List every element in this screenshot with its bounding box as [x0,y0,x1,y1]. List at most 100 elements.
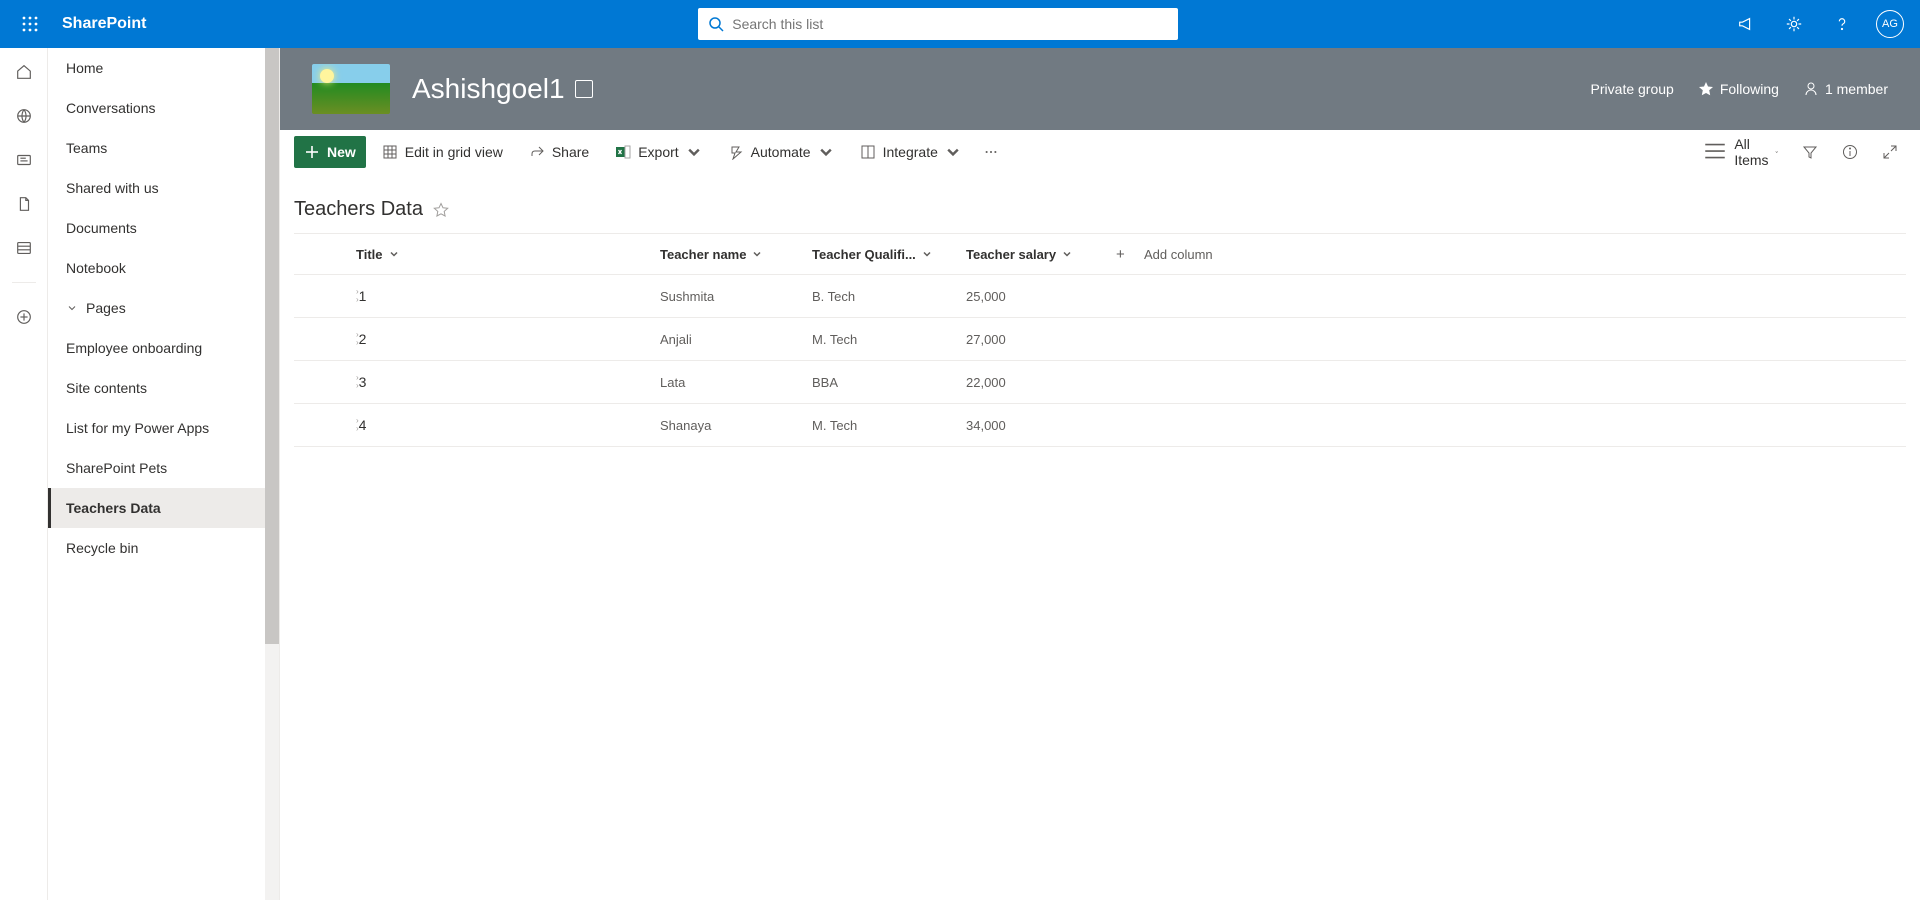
list-area: Teachers Data Title Teacher name Teacher… [280,174,1920,900]
cell-salary: 22,000 [966,375,1116,390]
nav-item[interactable]: Home [48,48,279,88]
col-teacher-name[interactable]: Teacher name [660,247,812,262]
new-button[interactable]: New [294,136,366,168]
nav-item[interactable]: Teachers Data [48,488,279,528]
plus-circle-icon [15,308,33,326]
megaphone-button[interactable] [1722,0,1770,48]
news-icon [15,151,33,169]
scrollbar-thumb[interactable] [265,48,279,644]
nav-item[interactable]: Employee onboarding [48,328,279,368]
table-row[interactable]: ››4ShanayaM. Tech34,000 [294,404,1906,447]
chevron-down-icon [66,302,78,314]
chevron-down-icon [1062,249,1072,259]
more-icon [984,145,998,159]
gear-icon [1785,15,1803,33]
follow-button[interactable]: Following [1698,81,1779,97]
table-row[interactable]: ››1SushmitaB. Tech25,000 [294,275,1906,318]
nav-item[interactable]: Notebook [48,248,279,288]
nav-item[interactable]: List for my Power Apps [48,408,279,448]
chevron-down-icon [686,144,702,160]
table-row[interactable]: ››2AnjaliM. Tech27,000 [294,318,1906,361]
app-launcher[interactable] [6,0,54,48]
data-table: Title Teacher name Teacher Qualifi... Te… [294,233,1906,447]
edit-grid-button[interactable]: Edit in grid view [372,136,513,168]
user-avatar[interactable]: AG [1876,10,1904,38]
nav-item[interactable]: Documents [48,208,279,248]
expand-button[interactable] [1874,136,1906,168]
plus-icon [304,144,320,160]
add-column[interactable]: + Add column [1116,246,1906,263]
automate-icon [728,144,744,160]
cell-title: ››3 [344,374,660,390]
cell-qual: M. Tech [812,418,966,433]
nav-item[interactable]: Site contents [48,368,279,408]
more-actions[interactable] [977,145,1005,159]
table-header: Title Teacher name Teacher Qualifi... Te… [294,233,1906,275]
col-teacher-salary[interactable]: Teacher salary [966,247,1116,262]
nav-item[interactable]: Shared with us [48,168,279,208]
cell-qual: BBA [812,375,966,390]
cell-name: Anjali [660,332,812,347]
nav-item[interactable]: SharePoint Pets [48,448,279,488]
grid-icon [382,144,398,160]
info-button[interactable] [1834,136,1866,168]
filter-button[interactable] [1794,136,1826,168]
search-input[interactable] [732,16,1168,32]
members-button[interactable]: 1 member [1803,81,1888,97]
site-title[interactable]: Ashishgoel1 [412,73,593,105]
nav-pages-heading[interactable]: Pages [48,288,279,328]
table-row[interactable]: ››3LataBBA22,000 [294,361,1906,404]
help-button[interactable] [1818,0,1866,48]
col-title[interactable]: Title [344,247,660,262]
group-type: Private group [1591,81,1674,97]
chevron-down-icon [818,144,834,160]
chevron-down-icon [922,249,932,259]
expand-icon [1882,144,1898,160]
cell-name: Shanaya [660,418,812,433]
home-icon [15,63,33,81]
filter-icon [1802,144,1818,160]
search-box[interactable] [698,8,1178,40]
nav-item[interactable]: Conversations [48,88,279,128]
chevron-down-icon [1775,147,1778,157]
brand-label[interactable]: SharePoint [54,15,154,33]
teams-badge-icon [575,80,593,98]
star-outline-icon[interactable] [433,202,449,218]
view-selector[interactable]: All Items [1694,136,1786,168]
cell-name: Lata [660,375,812,390]
automate-button[interactable]: Automate [718,136,844,168]
suite-bar: SharePoint AG [0,0,1920,48]
settings-button[interactable] [1770,0,1818,48]
rail-global[interactable] [14,106,34,126]
waffle-icon [22,16,38,32]
person-icon [1803,81,1819,97]
site-header: Ashishgoel1 Private group Following 1 me… [280,48,1920,130]
command-bar: New Edit in grid view Share Export Autom… [280,130,1920,174]
cell-salary: 25,000 [966,289,1116,304]
cell-title: ››4 [344,417,660,433]
nav-item[interactable]: Recycle bin [48,528,279,568]
rail-lists[interactable] [14,238,34,258]
cell-qual: M. Tech [812,332,966,347]
chevron-down-icon [389,249,399,259]
rail-home[interactable] [14,62,34,82]
nav-item[interactable]: Teams [48,128,279,168]
share-icon [529,144,545,160]
list-lines-icon [1702,138,1728,164]
info-icon [1842,144,1858,160]
excel-icon [615,144,631,160]
site-logo[interactable] [312,64,390,114]
rail-create[interactable] [14,307,34,327]
star-filled-icon [1698,81,1714,97]
integrate-button[interactable]: Integrate [850,136,971,168]
globe-icon [15,107,33,125]
export-button[interactable]: Export [605,136,711,168]
cell-name: Sushmita [660,289,812,304]
share-button[interactable]: Share [519,136,599,168]
col-teacher-qual[interactable]: Teacher Qualifi... [812,247,966,262]
rail-news[interactable] [14,150,34,170]
list-icon [15,239,33,257]
chevron-down-icon [752,249,762,259]
rail-files[interactable] [14,194,34,214]
cell-title: ››2 [344,331,660,347]
